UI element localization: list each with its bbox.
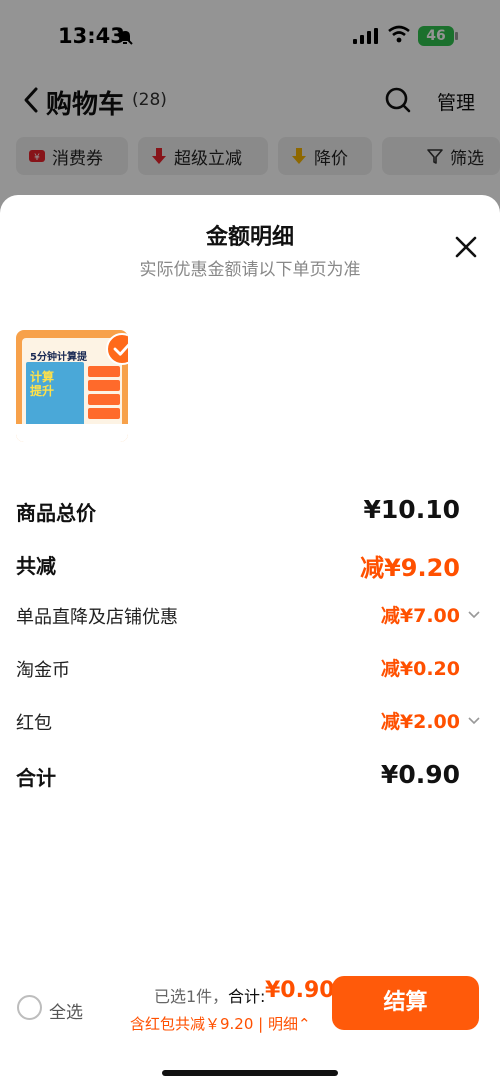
row-label: 商品总价	[16, 501, 96, 525]
sheet-subtitle: 实际优惠金额请以下单页为准	[139, 260, 361, 280]
product-thumbnail[interactable]: 5分钟计算提 计算 提升	[16, 330, 128, 442]
checkout-button[interactable]: 结算	[332, 976, 479, 1030]
checkout-bar: 全选 已选1件， 合计: ¥0.90 含红包共减￥9.20 | 明细⌃ 结算	[0, 970, 500, 1040]
close-icon[interactable]	[454, 235, 478, 259]
row-value: 减¥0.20	[380, 658, 460, 680]
row-value: ¥10.10	[363, 495, 460, 524]
amount-detail-sheet: 金额明细 实际优惠金额请以下单页为准 5分钟计算提 计算 提升 商品总价 ¥10…	[0, 195, 500, 1085]
row-taojinbi: 淘金币 减¥0.20	[16, 650, 484, 690]
thumbnail-footer	[16, 424, 128, 442]
row-red-packet[interactable]: 红包 减¥2.00	[16, 703, 484, 743]
row-label: 单品直降及店铺优惠	[16, 607, 178, 628]
row-total-discount: 共减 减¥9.20	[16, 544, 484, 584]
row-item-shop-discount[interactable]: 单品直降及店铺优惠 减¥7.00	[16, 597, 484, 637]
row-grand-total: 合计 ¥0.90	[16, 756, 484, 796]
row-value: 减¥7.00	[380, 605, 460, 627]
selected-count: 已选1件，	[154, 987, 229, 1006]
row-value: 减¥2.00	[380, 711, 460, 733]
thumbnail-headline: 5分钟计算提	[30, 352, 87, 363]
total-label: 合计:	[228, 987, 266, 1006]
select-all-label[interactable]: 全选	[49, 998, 83, 1023]
chevron-down-icon	[468, 717, 480, 725]
row-label: 淘金币	[16, 660, 70, 681]
discount-detail-link[interactable]: 含红包共减￥9.20 | 明细⌃	[130, 1013, 311, 1034]
chevron-down-icon	[468, 611, 480, 619]
row-label: 红包	[16, 713, 52, 734]
row-label: 合计	[16, 766, 56, 790]
thumbnail-tags	[88, 366, 120, 422]
home-indicator	[162, 1070, 338, 1076]
thumbnail-book-text: 计算 提升	[30, 370, 55, 398]
total-value: ¥0.90	[265, 978, 335, 1003]
row-value: 减¥9.20	[360, 554, 460, 582]
row-label: 共减	[16, 554, 56, 578]
row-goods-total: 商品总价 ¥10.10	[16, 491, 484, 531]
select-all-radio[interactable]	[17, 995, 42, 1020]
row-value: ¥0.90	[380, 760, 460, 789]
sheet-title: 金额明细	[205, 225, 294, 250]
